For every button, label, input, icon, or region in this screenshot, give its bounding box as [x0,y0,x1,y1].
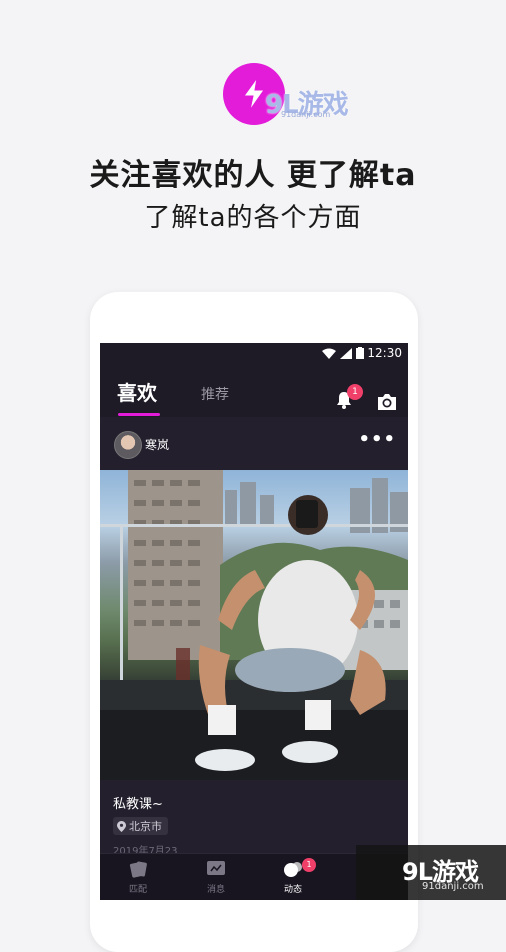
tabbar-badge: 1 [302,858,316,872]
tabbar-item-match[interactable]: 匹配 [108,858,168,895]
location-pin-icon [117,820,126,832]
wifi-icon [322,348,336,359]
photo-illustration [100,470,408,780]
more-options-icon[interactable]: ••• [358,429,396,450]
status-icons [322,347,364,359]
promo-headline: 关注喜欢的人 更了解ta [89,158,417,193]
location-tag[interactable]: 北京市 [113,817,168,835]
avatar[interactable] [114,431,142,459]
watermark-bottom: 9L游戏 91danji.com [356,845,506,900]
post-username[interactable]: 寒岚 [145,436,169,453]
watermark-domain: 91danji.com [281,110,331,119]
camera-icon[interactable] [376,393,398,411]
feed-header: 喜欢 推荐 1 [100,363,408,416]
tab-likes[interactable]: 喜欢 [117,377,157,406]
tabbar-label-match: 匹配 [128,885,147,895]
tabbar-item-messages[interactable]: 消息 [186,858,246,895]
tabbar-label-moments: 动态 [283,885,302,895]
tab-indicator [118,413,160,416]
watermark-top: 9L游戏 91danji.com [265,84,365,122]
post-photo[interactable] [100,470,408,780]
notification-badge: 1 [347,384,363,400]
battery-icon [356,347,364,359]
status-time: 12:30 [367,346,402,360]
feed-post[interactable]: 寒岚 ••• 私教课~ 北京市 2019年7月23 [100,417,408,857]
location-label: 北京市 [129,820,162,833]
cards-icon [129,861,147,878]
watermark-domain-bottom: 91danji.com [422,881,484,892]
tab-recommend[interactable]: 推荐 [201,384,229,404]
signal-icon [340,347,352,359]
promo-subline: 了解ta的各个方面 [144,203,362,233]
message-icon [207,861,225,875]
moments-icon [284,862,302,877]
phone-screen: 12:30 喜欢 推荐 1 寒岚 ••• 私教课~ 北京市 2019年7月23 … [100,343,408,900]
status-bar: 12:30 [100,343,408,363]
tabbar-label-messages: 消息 [206,885,225,895]
post-caption: 私教课~ [113,797,163,812]
